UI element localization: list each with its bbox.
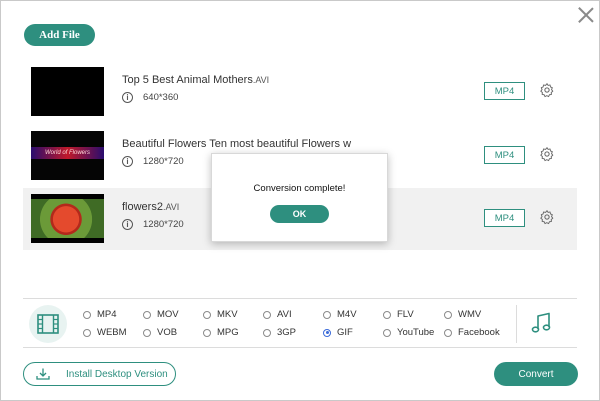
format-label: YouTube [397, 327, 435, 338]
radio-button[interactable] [203, 328, 211, 337]
format-label: M4V [337, 309, 357, 320]
format-label: MP4 [97, 309, 117, 320]
file-resolution: 1280*720 [143, 156, 184, 167]
format-label: MOV [157, 309, 179, 320]
convert-button[interactable]: Convert [494, 362, 578, 386]
video-thumbnail: World of Flowers [31, 131, 104, 180]
format-option-facebook[interactable]: Facebook [444, 327, 500, 338]
format-label: WEBM [97, 327, 127, 338]
radio-button[interactable] [143, 310, 151, 319]
format-label: WMV [458, 309, 482, 320]
file-name: Top 5 Best Animal Mothers [122, 74, 253, 86]
format-label: MKV [217, 309, 238, 320]
converter-window: Add File Top 5 Best Animal Mothers.AVI i… [0, 0, 600, 401]
file-resolution: 640*360 [143, 92, 179, 103]
close-icon[interactable] [577, 6, 595, 24]
radio-button[interactable] [444, 328, 452, 337]
thumbnail-caption: World of Flowers [31, 147, 104, 159]
install-label: Install Desktop Version [66, 368, 168, 380]
radio-button[interactable] [83, 310, 91, 319]
format-label: MPG [217, 327, 239, 338]
info-icon[interactable]: i [122, 219, 133, 230]
gear-icon[interactable] [539, 82, 555, 98]
format-option-mkv[interactable]: MKV [203, 309, 238, 320]
format-option-youtube[interactable]: YouTube [383, 327, 434, 338]
output-format-button[interactable]: MP4 [484, 209, 525, 227]
radio-button[interactable] [263, 328, 271, 337]
file-info: i 640*360 [122, 92, 178, 103]
format-label: GIF [337, 327, 353, 338]
download-icon [36, 368, 50, 380]
gear-icon[interactable] [539, 209, 555, 225]
video-format-tab[interactable] [29, 305, 67, 343]
music-note-icon[interactable] [531, 312, 551, 334]
file-name: Beautiful Flowers Ten most beautiful Flo… [122, 138, 352, 150]
format-option-mov[interactable]: MOV [143, 309, 179, 320]
file-title: flowers2.AVI [122, 201, 179, 213]
format-option-m4v[interactable]: M4V [323, 309, 357, 320]
output-format-panel: MP4 MOV MKV AVI M4V FLV WMV WEBM VOB MPG… [23, 298, 577, 348]
format-label: VOB [157, 327, 178, 338]
format-option-gif[interactable]: GIF [323, 327, 353, 338]
install-desktop-button[interactable]: Install Desktop Version [23, 362, 176, 386]
format-option-mpg[interactable]: MPG [203, 327, 239, 338]
file-resolution: 1280*720 [143, 219, 184, 230]
dialog-message: Conversion complete! [253, 183, 346, 194]
file-extension: .AVI [252, 75, 270, 85]
add-file-button[interactable]: Add File [24, 24, 95, 46]
conversion-complete-dialog: Conversion complete! OK [211, 153, 388, 242]
file-info: i 1280*720 [122, 156, 184, 167]
output-format-button[interactable]: MP4 [484, 82, 525, 100]
file-title: Beautiful Flowers Ten most beautiful Flo… [122, 138, 351, 150]
format-option-avi[interactable]: AVI [263, 309, 292, 320]
format-option-vob[interactable]: VOB [143, 327, 177, 338]
radio-button[interactable] [444, 310, 452, 319]
video-thumbnail [31, 67, 104, 116]
format-label: Facebook [458, 327, 500, 338]
radio-button[interactable] [143, 328, 151, 337]
format-label: AVI [277, 309, 292, 320]
output-format-button[interactable]: MP4 [484, 146, 525, 164]
format-option-wmv[interactable]: WMV [444, 309, 481, 320]
radio-button[interactable] [383, 328, 391, 337]
info-icon[interactable]: i [122, 156, 133, 167]
radio-button[interactable] [263, 310, 271, 319]
format-label: FLV [397, 309, 414, 320]
format-option-webm[interactable]: WEBM [83, 327, 127, 338]
radio-button[interactable] [323, 310, 331, 319]
file-extension: .AVI [162, 202, 180, 212]
file-row[interactable]: Top 5 Best Animal Mothers.AVI i 640*360 … [23, 61, 577, 123]
radio-button[interactable] [203, 310, 211, 319]
info-icon[interactable]: i [122, 92, 133, 103]
radio-button[interactable] [383, 310, 391, 319]
format-label: 3GP [277, 327, 297, 338]
film-icon [37, 314, 59, 334]
ok-button[interactable]: OK [270, 205, 329, 223]
format-option-3gp[interactable]: 3GP [263, 327, 296, 338]
format-option-flv[interactable]: FLV [383, 309, 414, 320]
panel-divider [516, 305, 517, 343]
file-title: Top 5 Best Animal Mothers.AVI [122, 74, 269, 86]
format-option-mp4[interactable]: MP4 [83, 309, 117, 320]
gear-icon[interactable] [539, 146, 555, 162]
radio-button-selected[interactable] [323, 328, 331, 337]
file-info: i 1280*720 [122, 219, 184, 230]
file-name: flowers2 [122, 201, 163, 213]
format-options: MP4 MOV MKV AVI M4V FLV WMV WEBM VOB MPG… [83, 306, 523, 346]
video-thumbnail [31, 194, 104, 243]
radio-button[interactable] [83, 328, 91, 337]
